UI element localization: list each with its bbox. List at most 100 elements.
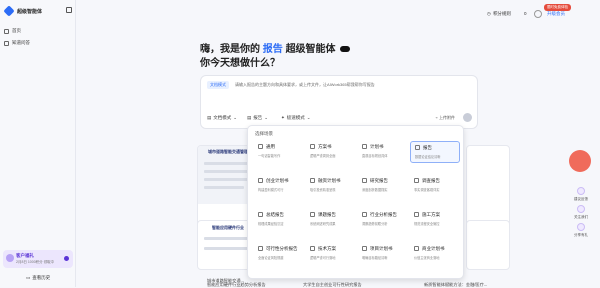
- scene-option[interactable]: 研究报告 深度剖析数据翔实: [358, 175, 408, 197]
- follow-button[interactable]: 关注我们: [570, 205, 592, 220]
- scene-option-desc: 直观目标规划具体: [362, 154, 388, 158]
- user-avatar[interactable]: [534, 10, 542, 18]
- promo-subtitle: 2月8日 1000积分 领取中: [16, 260, 55, 264]
- scene-option-desc: 一句话智能写作: [258, 154, 281, 158]
- doc-icon: [415, 145, 420, 150]
- upgrade-link[interactable]: 升级会员: [547, 11, 565, 17]
- chevron-down-icon: ⌄: [306, 115, 311, 120]
- scene-option-name: 技术方案: [318, 246, 336, 251]
- dropdown-title: 选择场景: [255, 131, 273, 136]
- scene-option[interactable]: 施工方案 规范流程安全管控: [410, 209, 460, 231]
- doc-icon: [362, 246, 367, 251]
- sidebar-item-label: 首页: [12, 28, 21, 33]
- scene-option-name: 计划书: [370, 144, 384, 149]
- report-icon: ▤: [247, 115, 252, 120]
- credits-rule-link[interactable]: ◷ 积分规则: [487, 11, 511, 17]
- app-logo[interactable]: 超级智能体: [3, 5, 43, 17]
- scene-option[interactable]: 方案书逻辑严谨周到全面: [306, 141, 356, 163]
- scene-option-name: 行业分析报告: [370, 212, 397, 217]
- prompt-box[interactable]: 文档模式 请输入报告的主题方向和具体要求，或上传文件，让AIWork365帮我帮…: [200, 75, 478, 129]
- bolt-icon: ✦: [281, 115, 285, 120]
- scene-option[interactable]: 报告 数据论证结论清晰: [410, 141, 460, 163]
- chevron-down-icon: ⌄: [264, 115, 269, 120]
- scene-option-name: 通用: [266, 144, 275, 149]
- promo-card[interactable]: 客户福礼 2月8日 1000积分 领取中: [3, 250, 73, 268]
- scene-option[interactable]: 通用 一句话智能写作: [254, 141, 304, 163]
- sidebar-collapse-icon[interactable]: [66, 7, 72, 13]
- scene-option-name: 研究报告: [370, 178, 388, 183]
- free-badge: 限时免费体验: [544, 4, 571, 11]
- doc-icon: [310, 144, 315, 149]
- speed-mode-dropdown[interactable]: ✦ 极速模式 ⌄: [281, 115, 311, 121]
- chevron-down-icon: ⌄: [233, 115, 238, 120]
- doc-icon: [258, 178, 263, 183]
- chat-icon: [4, 40, 9, 46]
- scene-option-desc: 规范流程安全管控: [414, 222, 440, 226]
- prompt-input[interactable]: 请输入报告的主题方向和具体要求，或上传文件，让AIWork365帮我帮你写报告: [235, 82, 375, 88]
- doc-icon: [362, 178, 367, 183]
- scene-option-name: 总结报告: [266, 212, 284, 217]
- scene-option[interactable]: 创业计划书构建盈利模式可行: [254, 175, 304, 197]
- scene-option[interactable]: 融资计划书 吸引投资精准呈现: [306, 175, 356, 197]
- scene-dropdown-menu: 选择场景 通用 一句话智能写作 方案书 逻辑严谨周到全面 计划书 直观目标规划具体 报告 数据…: [247, 125, 464, 279]
- paperclip-icon: ⌁: [435, 115, 438, 120]
- scene-option-name: 可行性分析报告: [266, 246, 298, 251]
- scene-option[interactable]: 计划书直观目标规划具体: [358, 141, 408, 163]
- scene-option[interactable]: 项目计划书 明确目标路径清晰: [358, 243, 408, 265]
- credit-count: 0: [524, 11, 527, 16]
- home-icon: [4, 28, 9, 34]
- scene-option[interactable]: 行业分析报告 洞察趋势前瞻分析: [358, 209, 408, 231]
- doc-icon: [362, 212, 367, 217]
- page-title: 嗨，我是你的 报告 超级智能体: [200, 40, 351, 55]
- scene-option-desc: 系统阐述研究成果: [310, 222, 336, 226]
- assistant-robot-icon[interactable]: [569, 150, 591, 172]
- sidebar-item-qa[interactable]: 知道问答: [4, 40, 30, 46]
- scene-option-name: 商业计划书: [422, 246, 445, 251]
- follow-icon: [577, 205, 585, 213]
- doc-icon: [310, 212, 315, 217]
- send-button[interactable]: [463, 113, 472, 122]
- scene-dropdown[interactable]: ▤ 报告 ⌄: [247, 115, 268, 121]
- card-caption: 智能应用硬件行业趋势分析报告: [207, 282, 266, 287]
- scene-option-name: 方案书: [318, 144, 332, 149]
- doc-icon: ▤: [207, 115, 212, 120]
- doc-icon: [258, 144, 263, 149]
- doc-icon: [310, 178, 315, 183]
- sidebar-item-label: 知道问答: [12, 40, 30, 45]
- feedback-button[interactable]: 建议反馈: [570, 187, 592, 202]
- upload-button[interactable]: ⌁ 上传附件: [435, 115, 455, 121]
- sidebar-item-home[interactable]: 首页: [4, 28, 21, 34]
- scene-option-desc: 逻辑严谨周到全面: [310, 154, 336, 158]
- scene-option[interactable]: 课题报告系统阐述研究成果: [306, 209, 356, 231]
- scene-option[interactable]: 商业计划书 价值主张商业落地: [410, 243, 460, 265]
- app-name: 超级智能体: [17, 8, 43, 15]
- share-icon: [577, 223, 585, 231]
- mode-tag: 文档模式: [207, 81, 229, 89]
- history-label: 查看历史: [32, 275, 51, 280]
- scene-option-desc: 构建盈利模式可行: [258, 188, 284, 192]
- card-heading: 城市道路智能交通管理: [208, 149, 248, 154]
- history-icon: ▭: [26, 275, 31, 280]
- scene-option-name: 融资计划书: [318, 178, 341, 183]
- scene-option[interactable]: 技术方案 逻辑严谨可行落地: [306, 243, 356, 265]
- feedback-icon: [577, 187, 585, 195]
- scene-option[interactable]: 总结报告 梳理成果经验沉淀: [254, 209, 304, 231]
- doc-icon: [414, 212, 419, 217]
- share-button[interactable]: 分享有礼: [570, 223, 592, 238]
- scene-option[interactable]: 调查报告 事实调查客观详实: [410, 175, 460, 197]
- scene-option[interactable]: 可行性分析报告 全面论证风险规避: [254, 243, 304, 265]
- doc-mode-dropdown[interactable]: ▤ 文档模式 ⌄: [207, 115, 237, 121]
- scene-option-desc: 事实调查客观详实: [414, 188, 440, 192]
- history-button[interactable]: ▭ 查看历史: [26, 275, 50, 281]
- scene-option-name: 课题报告: [318, 212, 336, 217]
- scene-option-name: 项目计划书: [370, 246, 393, 251]
- template-card[interactable]: [466, 220, 510, 270]
- scene-option-name: 创业计划书: [266, 178, 289, 183]
- card-heading: 智能应用硬件行业: [212, 225, 244, 230]
- doc-icon: [258, 212, 263, 217]
- doc-icon: [362, 144, 367, 149]
- page-subtitle: 你今天想做什么？: [200, 58, 280, 69]
- scene-option-name: 报告: [423, 145, 432, 150]
- avatar: [6, 254, 14, 262]
- logo-icon: [3, 5, 15, 17]
